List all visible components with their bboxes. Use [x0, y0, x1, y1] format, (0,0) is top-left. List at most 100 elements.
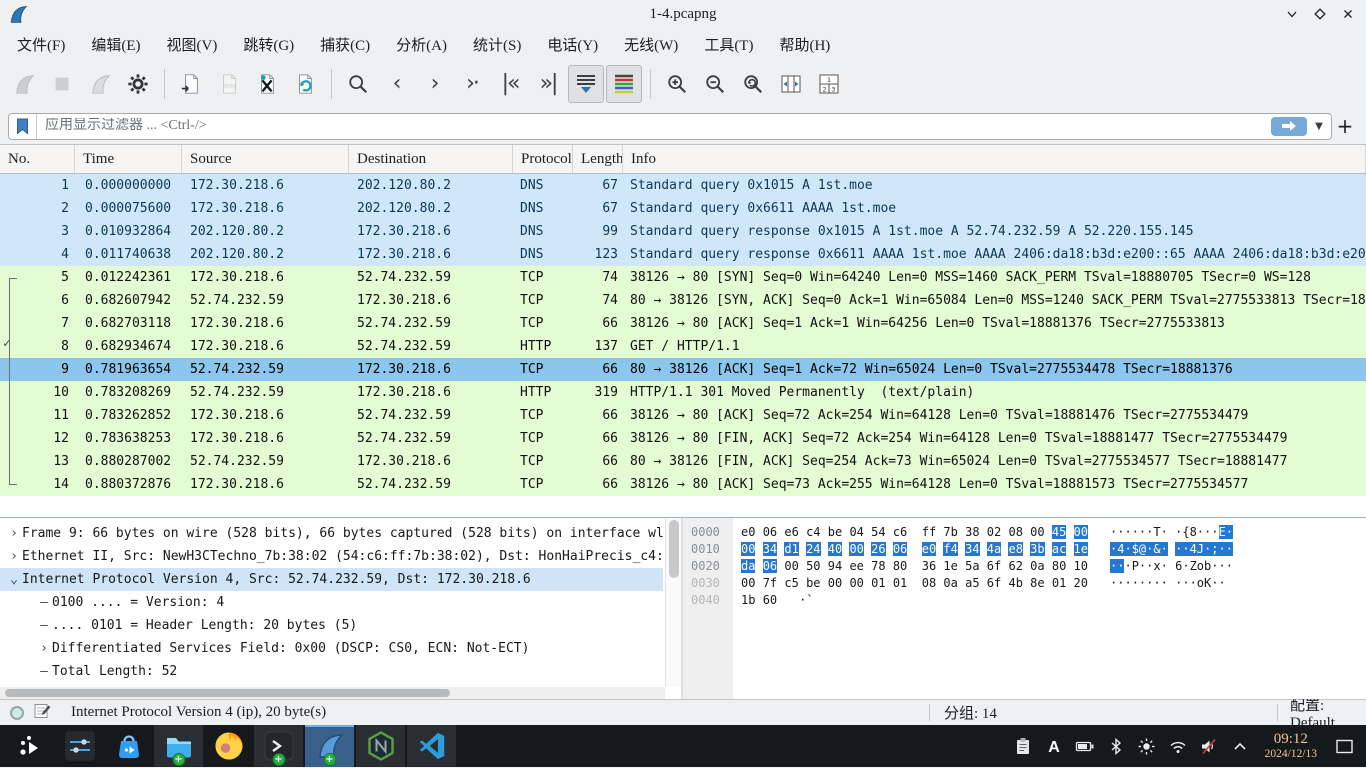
clock[interactable]: 09:12 2024/12/13 [1265, 732, 1317, 760]
column-header-length[interactable]: Length [573, 145, 623, 173]
bluetooth-icon[interactable] [1106, 736, 1126, 756]
packet-row[interactable]: 60.68260794252.74.232.59172.30.218.6TCP7… [0, 289, 1366, 312]
stop-capture-button[interactable] [44, 65, 80, 103]
packet-row[interactable]: 110.783262852172.30.218.652.74.232.59TCP… [0, 404, 1366, 427]
packet-row[interactable]: 10.000000000172.30.218.6202.120.80.2DNS6… [0, 174, 1366, 197]
packet-row[interactable]: 90.78196365452.74.232.59172.30.218.6TCP6… [0, 358, 1366, 381]
packet-row[interactable]: 30.010932864202.120.80.2172.30.218.6DNS9… [0, 220, 1366, 243]
packet-row[interactable]: 70.682703118172.30.218.652.74.232.59TCP6… [0, 312, 1366, 335]
detail-horizontal-scrollbar[interactable] [0, 687, 665, 699]
packet-row[interactable]: 100.78320826952.74.232.59172.30.218.6HTT… [0, 381, 1366, 404]
hex-row[interactable]: 0000e0 06 e6 c4 be 04 54 c6 ff 7b 38 02 … [683, 524, 1366, 541]
zoom-out-button[interactable] [697, 65, 733, 103]
start-capture-button[interactable] [6, 65, 42, 103]
packet-detail-pane[interactable]: ›Frame 9: 66 bytes on wire (528 bits), 6… [0, 518, 681, 699]
packet-row[interactable]: 120.783638253172.30.218.652.74.232.59TCP… [0, 427, 1366, 450]
packet-row[interactable]: 40.011740638202.120.80.2172.30.218.6DNS1… [0, 243, 1366, 266]
packet-list-rows[interactable]: 10.000000000172.30.218.6202.120.80.2DNS6… [0, 174, 1366, 517]
apply-filter-button[interactable] [1271, 117, 1307, 136]
go-last-button[interactable]: »| [530, 65, 566, 103]
filter-dropdown-caret[interactable]: ▼ [1311, 121, 1327, 132]
open-file-button[interactable] [173, 65, 209, 103]
packet-bytes-pane[interactable]: 0000e0 06 e6 c4 be 04 54 c6 ff 7b 38 02 … [683, 518, 1366, 699]
filter-bookmark-icon[interactable] [9, 114, 37, 139]
add-filter-button[interactable]: + [1332, 114, 1358, 138]
wifi-icon[interactable] [1168, 736, 1188, 756]
menu-item-9[interactable]: 工具(T) [691, 31, 766, 58]
clipboard-icon[interactable] [1013, 736, 1033, 756]
detail-line[interactable]: ›Ethernet II, Src: NewH3CTechno_7b:38:02… [0, 545, 663, 568]
detail-line[interactable]: –.... 0101 = Header Length: 20 bytes (5) [0, 614, 663, 637]
app-launcher-taskbar-button[interactable] [6, 725, 55, 767]
expander-open-icon[interactable]: ⌄ [6, 568, 22, 591]
expander-closed-icon[interactable]: › [6, 545, 22, 568]
column-header-no[interactable]: No. [0, 145, 75, 173]
restart-capture-button[interactable] [82, 65, 118, 103]
close-button[interactable] [1340, 6, 1356, 22]
close-file-button[interactable] [249, 65, 285, 103]
menu-item-8[interactable]: 无线(W) [611, 31, 691, 58]
zoom-in-button[interactable] [659, 65, 695, 103]
menu-item-4[interactable]: 捕获(C) [307, 31, 383, 58]
capture-options-button[interactable] [120, 65, 156, 103]
battery-icon[interactable] [1075, 736, 1095, 756]
show-desktop-icon[interactable] [1334, 736, 1354, 756]
hex-row[interactable]: 0020da 06 00 50 94 ee 78 80 36 1e 5a 6f … [683, 558, 1366, 575]
maximize-button[interactable] [1312, 6, 1328, 22]
packet-row[interactable]: 20.000075600172.30.218.6202.120.80.2DNS6… [0, 197, 1366, 220]
menu-item-5[interactable]: 分析(A) [383, 31, 460, 58]
volume-muted-icon[interactable] [1199, 736, 1219, 756]
detail-line[interactable]: –Total Length: 52 [0, 660, 663, 683]
menu-item-7[interactable]: 电话(Y) [534, 31, 611, 58]
detail-vertical-scrollbar[interactable] [665, 518, 681, 687]
brightness-icon[interactable] [1137, 736, 1157, 756]
menu-item-10[interactable]: 帮助(H) [766, 31, 843, 58]
menu-item-3[interactable]: 跳转(G) [230, 31, 307, 58]
menu-item-6[interactable]: 统计(S) [460, 31, 534, 58]
detail-line[interactable]: ⌄Internet Protocol Version 4, Src: 52.74… [0, 568, 663, 591]
input-method-icon[interactable]: A [1044, 736, 1064, 756]
go-to-packet-button[interactable]: ›· [454, 65, 490, 103]
save-file-button[interactable]: 0101 [211, 65, 247, 103]
column-header-protocol[interactable]: Protocol [513, 145, 573, 173]
column-header-destination[interactable]: Destination [349, 145, 513, 173]
neovim-taskbar-button[interactable] [356, 725, 405, 767]
layout-123-button[interactable]: 123 [811, 65, 847, 103]
hex-row[interactable]: 001000 34 d1 24 40 00 26 06 e0 f4 34 4a … [683, 541, 1366, 558]
hex-row[interactable]: 003000 7f c5 be 00 00 01 01 08 0a a5 6f … [683, 575, 1366, 592]
discover-taskbar-button[interactable] [104, 725, 153, 767]
display-filter-field[interactable]: ▼ [8, 113, 1332, 140]
detail-line[interactable]: –0100 .... = Version: 4 [0, 591, 663, 614]
zoom-reset-button[interactable] [735, 65, 771, 103]
capture-comment-icon[interactable] [34, 702, 51, 724]
column-header-time[interactable]: Time [75, 145, 182, 173]
expander-closed-icon[interactable]: › [36, 637, 52, 660]
detail-line[interactable]: ›Frame 9: 66 bytes on wire (528 bits), 6… [0, 522, 663, 545]
menu-item-0[interactable]: 文件(F) [4, 31, 78, 58]
menu-item-2[interactable]: 视图(V) [154, 31, 231, 58]
auto-scroll-button[interactable] [568, 65, 604, 103]
wireshark-taskbar-button[interactable]: + [305, 725, 354, 767]
packet-count-label[interactable]: 分组: 14 [930, 702, 1277, 723]
expert-info-icon[interactable] [10, 706, 24, 720]
settings-taskbar-button[interactable] [55, 725, 104, 767]
terminal-taskbar-button[interactable]: + [254, 725, 303, 767]
go-back-button[interactable]: ‹ [378, 65, 414, 103]
file-manager-taskbar-button[interactable]: + [154, 725, 203, 767]
reload-file-button[interactable] [287, 65, 323, 103]
packet-row[interactable]: 140.880372876172.30.218.652.74.232.59TCP… [0, 473, 1366, 496]
vscode-taskbar-button[interactable] [407, 725, 456, 767]
go-forward-button[interactable]: › [416, 65, 452, 103]
column-header-source[interactable]: Source [182, 145, 349, 173]
column-header-info[interactable]: Info [623, 145, 1366, 173]
colorize-button[interactable] [606, 65, 642, 103]
hex-row[interactable]: 00401b 60·` [683, 592, 1366, 609]
chevron-up-icon[interactable] [1230, 736, 1250, 756]
packet-row[interactable]: 50.012242361172.30.218.652.74.232.59TCP7… [0, 266, 1366, 289]
firefox-taskbar-button[interactable] [204, 725, 253, 767]
detail-line[interactable]: ›Differentiated Services Field: 0x00 (DS… [0, 637, 663, 660]
expander-closed-icon[interactable]: › [6, 522, 22, 545]
packet-row[interactable]: 80.682934674172.30.218.652.74.232.59HTTP… [0, 335, 1366, 358]
minimize-button[interactable] [1284, 6, 1300, 22]
display-filter-input[interactable] [37, 118, 1271, 134]
